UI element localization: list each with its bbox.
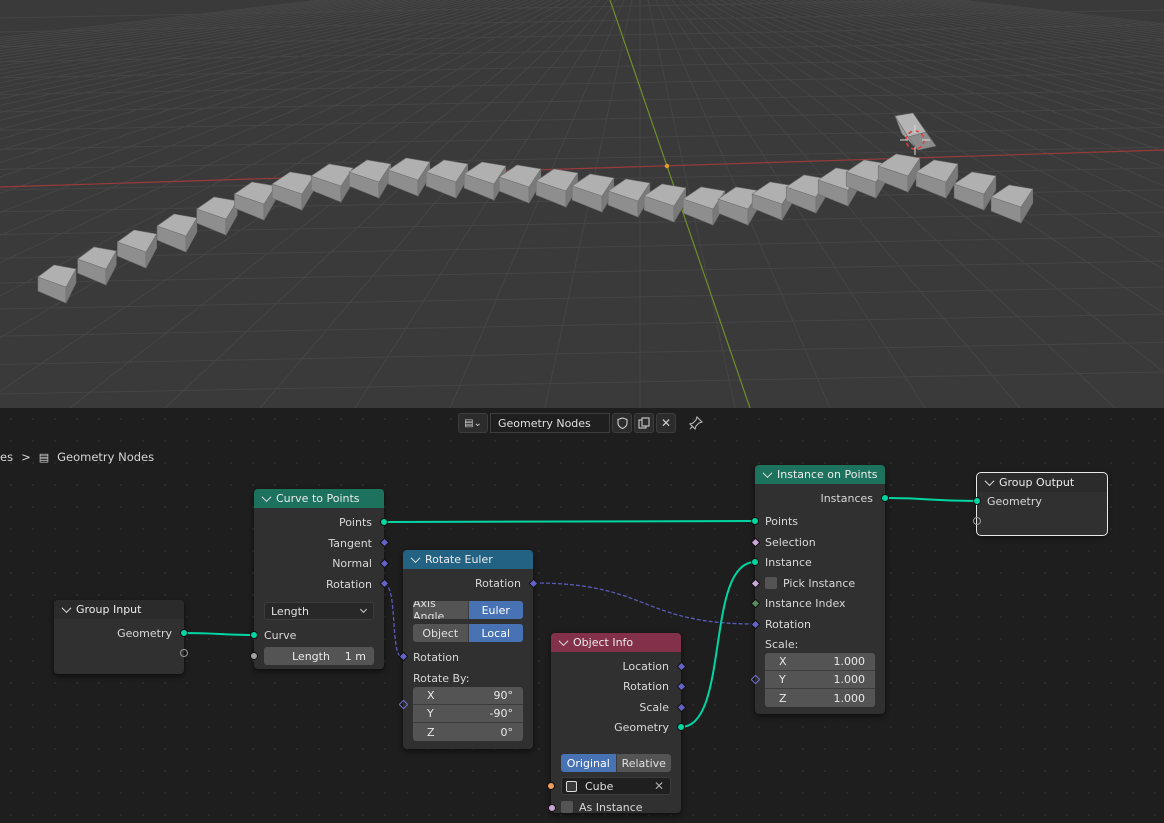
rotation-type-toggle[interactable]: Axis Angle Euler xyxy=(413,601,523,619)
scale-x[interactable]: X 1.000 xyxy=(765,653,875,671)
rotate-by-vector[interactable]: X 90° Y -90° Z 0° xyxy=(413,687,523,741)
node-header[interactable]: Object Info xyxy=(551,633,681,652)
socket-label: Geometry xyxy=(614,720,669,734)
node-header[interactable]: Group Output xyxy=(977,473,1107,492)
socket-label: Rotation xyxy=(413,650,460,664)
socket-label: Instance xyxy=(765,555,812,569)
object-info-node[interactable]: Object Info Location Rotation Scale Geom… xyxy=(547,633,687,814)
object-field[interactable]: Cube ✕ xyxy=(561,777,671,795)
empty-output-socket[interactable] xyxy=(180,649,188,657)
rotate-by-z[interactable]: Z 0° xyxy=(413,723,523,741)
object-option[interactable]: Object xyxy=(413,624,469,642)
link-rotation-to-rotate-euler xyxy=(383,583,403,658)
rotate-by-x[interactable]: X 90° xyxy=(413,687,523,705)
socket-label: Selection xyxy=(765,535,816,549)
socket-label: Instances xyxy=(820,491,873,505)
socket-label: Location xyxy=(622,659,669,673)
curve-input-socket[interactable] xyxy=(250,631,258,639)
cube-object-icon xyxy=(566,780,577,792)
scale-z[interactable]: Z 1.000 xyxy=(765,689,875,707)
socket-label: Scale xyxy=(639,700,669,714)
instanced-blocks xyxy=(37,153,1034,304)
transform-space-toggle[interactable]: Original Relative xyxy=(561,754,671,772)
as-instance-checkbox[interactable]: As Instance xyxy=(561,797,643,817)
mode-dropdown[interactable]: Length xyxy=(264,602,374,620)
empty-input-socket[interactable] xyxy=(973,517,981,525)
local-option[interactable]: Local xyxy=(468,624,523,642)
checkbox-icon[interactable] xyxy=(765,577,777,589)
collapse-chevron-icon[interactable] xyxy=(762,468,773,479)
scale-y[interactable]: Y 1.000 xyxy=(765,671,875,689)
pick-instance-checkbox[interactable]: Pick Instance xyxy=(765,573,855,593)
relative-option[interactable]: Relative xyxy=(616,754,671,772)
rotate-by-label: Rotate By: xyxy=(413,671,470,685)
group-output-node[interactable]: Group Output Geometry xyxy=(973,472,1108,536)
points-input-socket[interactable] xyxy=(751,517,759,525)
geometry-input-socket[interactable] xyxy=(973,497,981,505)
rotate-euler-node[interactable]: Rotate Euler Rotation Axis Angle Euler O… xyxy=(398,550,539,749)
socket-label: Rotation xyxy=(765,617,812,631)
node-header[interactable]: Instance on Points xyxy=(755,465,885,484)
length-input-socket[interactable] xyxy=(250,652,258,660)
node-header[interactable]: Group Input xyxy=(54,600,184,619)
geometry-output-socket[interactable] xyxy=(677,723,685,731)
curve-to-points-node[interactable]: Curve to Points Points Tangent Normal Ro… xyxy=(250,489,390,669)
node-header[interactable]: Rotate Euler xyxy=(403,550,533,569)
scale-vector[interactable]: X 1.000 Y 1.000 Z 1.000 xyxy=(765,653,875,707)
collapse-chevron-icon[interactable] xyxy=(410,553,421,564)
clear-icon[interactable]: ✕ xyxy=(654,779,664,793)
3d-viewport[interactable] xyxy=(0,0,1164,408)
socket-label: Curve xyxy=(264,628,297,642)
scale-label: Scale: xyxy=(765,637,799,651)
socket-label: Geometry xyxy=(987,494,1042,508)
instances-output-socket[interactable] xyxy=(881,494,889,502)
link-instances-to-output xyxy=(884,497,978,502)
length-field[interactable]: Length 1 m xyxy=(264,647,374,665)
collapse-chevron-icon[interactable] xyxy=(558,636,569,647)
socket-label: Rotation xyxy=(474,576,521,590)
collapse-chevron-icon[interactable] xyxy=(984,476,995,487)
instance-input-socket[interactable] xyxy=(751,558,759,566)
socket-label: Rotation xyxy=(325,577,372,591)
space-toggle[interactable]: Object Local xyxy=(413,624,523,642)
origin-dot xyxy=(664,163,670,169)
rotate-by-y[interactable]: Y -90° xyxy=(413,705,523,723)
geometry-output-socket[interactable] xyxy=(180,629,188,637)
instance-on-points-node[interactable]: Instance on Points Instances Points Sele… xyxy=(750,465,889,714)
points-output-socket[interactable] xyxy=(380,518,388,526)
node-editor[interactable]: ▤⌄ Geometry Nodes ✕ es > ▤ Geometry Node… xyxy=(0,408,1164,823)
chevron-down-icon xyxy=(359,605,368,614)
socket-label: Normal xyxy=(332,556,372,570)
checkbox-icon[interactable] xyxy=(561,801,573,813)
collapse-chevron-icon[interactable] xyxy=(61,603,72,614)
original-option[interactable]: Original xyxy=(561,754,617,772)
collapse-chevron-icon[interactable] xyxy=(261,492,272,503)
as-instance-input-socket[interactable] xyxy=(548,804,556,812)
socket-label: Rotation xyxy=(622,679,669,693)
node-header[interactable]: Curve to Points xyxy=(254,489,384,508)
axis-angle-option[interactable]: Axis Angle xyxy=(413,601,469,619)
socket-label: Geometry xyxy=(117,626,172,640)
link-group-input-to-curve xyxy=(184,632,256,636)
socket-label: Points xyxy=(338,515,372,529)
socket-label: Tangent xyxy=(328,536,372,550)
object-input-socket[interactable] xyxy=(547,782,555,790)
link-object-geometry-to-instance xyxy=(680,561,756,728)
viewport-scene xyxy=(0,0,1164,408)
group-input-node[interactable]: Group Input Geometry xyxy=(54,600,188,674)
euler-option[interactable]: Euler xyxy=(468,601,523,619)
link-points-to-instance xyxy=(383,520,756,523)
socket-label: Instance Index xyxy=(765,596,846,610)
socket-label: Points xyxy=(765,514,799,528)
